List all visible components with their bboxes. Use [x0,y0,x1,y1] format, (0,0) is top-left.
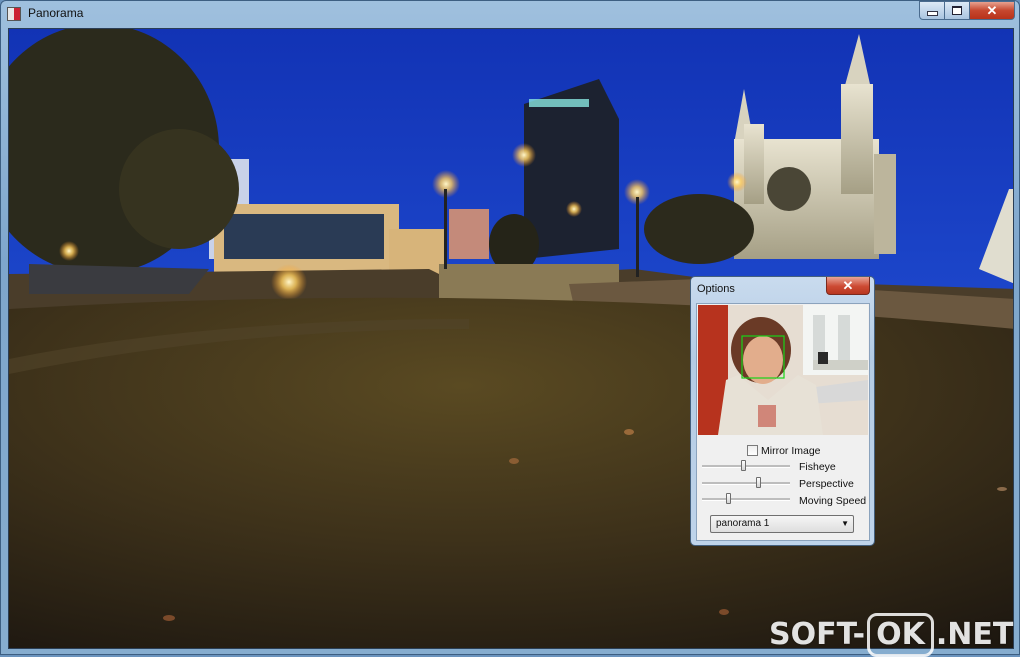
options-panel: Mirror Image Fisheye Perspective Moving … [696,303,870,541]
panorama-window: Panorama ✕ Options ✕ Mirror Image Fishey… [0,0,1020,657]
panorama-select-value: panorama 1 [716,518,770,529]
close-button[interactable]: ✕ [969,1,1015,20]
close-icon: ✕ [842,277,854,293]
fisheye-label: Fisheye [799,461,836,473]
mirror-image-checkbox[interactable] [747,445,758,456]
minimize-button[interactable] [919,1,945,20]
panorama-select[interactable]: panorama 1 ▼ [710,515,854,533]
slider-thumb[interactable] [725,493,731,504]
perspective-label: Perspective [799,478,854,490]
slider-thumb[interactable] [756,477,762,488]
watermark: SOFT- OK .NET [769,613,1013,657]
maximize-icon [952,6,962,15]
maximize-button[interactable] [944,1,970,20]
moving-speed-label: Moving Speed [799,495,867,507]
options-close-button[interactable]: ✕ [826,277,870,295]
title-bar[interactable]: Panorama ✕ [1,1,1019,27]
window-title: Panorama [28,6,84,20]
slider-track [702,498,790,501]
options-dialog: Options ✕ Mirror Image Fisheye Perspecti… [690,276,875,546]
minimize-icon [926,10,938,16]
perspective-slider[interactable] [702,476,790,490]
webcam-preview [698,305,868,435]
slider-track [702,482,790,485]
mirror-image-label: Mirror Image [761,445,821,457]
options-title: Options [697,283,735,295]
moving-speed-slider[interactable] [702,492,790,506]
dropdown-arrow-icon: ▼ [841,519,849,528]
app-icon [7,7,21,21]
watermark-right: .NET [935,617,1014,652]
watermark-left: SOFT- [769,617,866,652]
close-icon: ✕ [986,2,998,18]
slider-thumb[interactable] [741,460,747,471]
watermark-box: OK [867,613,934,657]
webcam-image [698,305,868,435]
fisheye-slider[interactable] [702,459,790,473]
